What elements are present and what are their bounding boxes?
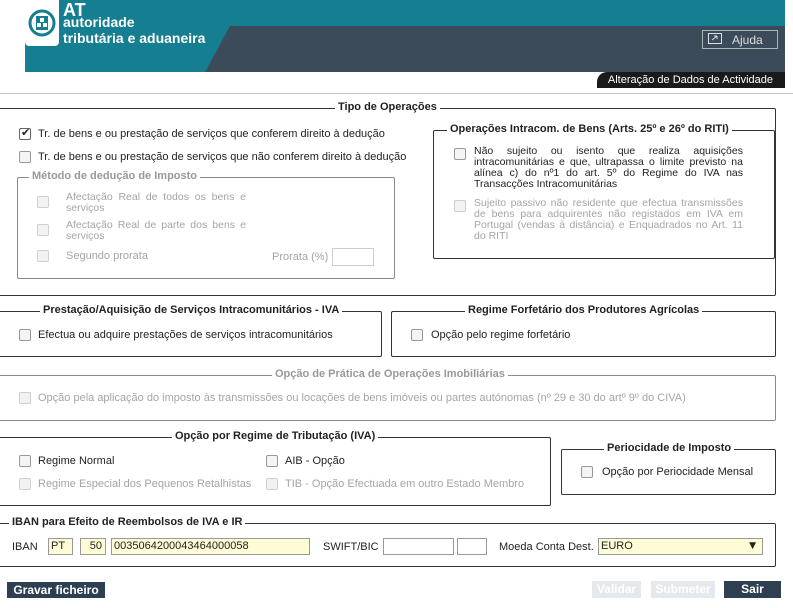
aib-label: AIB - Opção [285,455,345,467]
swift-input-1[interactable] [383,538,454,555]
submeter-button[interactable]: Submeter [651,581,715,598]
intracom-opt1-checkbox[interactable] [454,148,466,160]
opt-sem-direito-deducao-label: Tr. de bens e ou prestação de serviços q… [38,151,407,163]
regime-normal-label: Regime Normal [38,455,115,467]
periodicidade-label: Opção por Periocidade Mensal [602,466,754,478]
segundo-prorata-label: Segundo prorata [66,250,148,262]
intracom-opt2-label: Sujeito passivo não residente que efectu… [474,197,743,242]
sair-button[interactable]: Sair [724,581,781,598]
forfetario-checkbox[interactable] [411,329,423,341]
prestacao-checkbox[interactable] [19,329,31,341]
moeda-select[interactable]: EURO ▼ [598,538,763,555]
section-title: Alteração de Dados de Actividade [597,72,785,88]
divider [0,88,115,94]
opt-sem-direito-deducao-checkbox[interactable] [19,151,31,163]
imobiliarias-checkbox[interactable] [19,392,31,404]
prestacao-legend: Prestação/Aquisição de Serviços Intracom… [40,304,343,316]
metodo-deducao-legend: Método de dedução de Imposto [29,170,201,182]
regime-legend: Opção por Regime de Tributação (IVA) [172,430,379,442]
help-icon [708,32,722,47]
prestacao-label: Efectua ou adquire prestações de serviço… [38,329,333,341]
tib-checkbox[interactable] [266,478,278,490]
afectacao-parte-checkbox[interactable] [37,224,49,236]
moeda-label: Moeda Conta Dest. [499,541,594,553]
prorata-label: Prorata (%) [272,251,329,263]
chevron-down-icon: ▼ [749,541,756,551]
intracom-opt2-checkbox[interactable] [454,200,466,212]
imobiliarias-legend: Opção de Prática de Operações Imobiliári… [272,368,508,380]
forfetario-legend: Regime Forfetário dos Produtores Agrícol… [465,304,703,316]
iban-label: IBAN [12,541,38,553]
aib-checkbox[interactable] [266,455,278,467]
logo-line1: autoridade [63,14,135,30]
gravar-button[interactable]: Gravar ficheiro [7,582,105,598]
retalhistas-checkbox[interactable] [19,478,31,490]
opt-direito-deducao-checkbox[interactable] [19,126,31,140]
moeda-value: EURO [601,540,633,552]
help-label: Ajuda [732,32,763,47]
iban-check-input[interactable]: 50 [80,538,106,555]
retalhistas-label: Regime Especial dos Pequenos Retalhistas [38,478,252,490]
intracom-opt1-label: Não sujeito ou isento que realiza aquisi… [474,145,743,190]
iban-legend: IBAN para Efeito de Reembolsos de IVA e … [9,516,246,528]
periodicidade-checkbox[interactable] [581,466,593,478]
portugal-shield-logo [25,0,59,46]
opt-direito-deducao-label: Tr. de bens e ou prestação de serviços q… [38,128,385,140]
validar-button[interactable]: Validar [592,581,641,598]
afectacao-todos-checkbox[interactable] [37,196,49,208]
afectacao-parte-label: Afectação Real de parte dos bens e servi… [66,219,246,242]
swift-input-2[interactable] [457,538,487,555]
prorata-input[interactable] [332,248,374,266]
intracom-legend: Operações Intracom. de Bens (Arts. 25º e… [447,123,732,135]
regime-normal-checkbox[interactable] [19,455,31,467]
logo-line2: tributária e aduaneira [63,30,206,46]
tipo-operacoes-legend: Tipo de Operações [335,101,440,113]
swift-label: SWIFT/BIC [323,541,379,553]
segundo-prorata-checkbox[interactable] [37,250,49,262]
forfetario-label: Opção pelo regime forfetário [431,329,571,341]
regime-group: Opção por Regime de Tributação (IVA) [0,430,551,506]
help-button[interactable]: Ajuda [702,30,778,49]
imobiliarias-label: Opção pela aplicação do imposto às trans… [38,392,686,404]
periodicidade-legend: Periocidade de Imposto [604,442,735,454]
divider [0,93,793,94]
tib-label: TIB - Opção Efectuada em outro Estado Me… [285,478,525,490]
iban-number-input[interactable]: 0035064200043464000058 [111,538,310,555]
iban-country-input[interactable]: PT [48,538,73,555]
afectacao-todos-label: Afectação Real de todos os bens e serviç… [66,191,246,214]
